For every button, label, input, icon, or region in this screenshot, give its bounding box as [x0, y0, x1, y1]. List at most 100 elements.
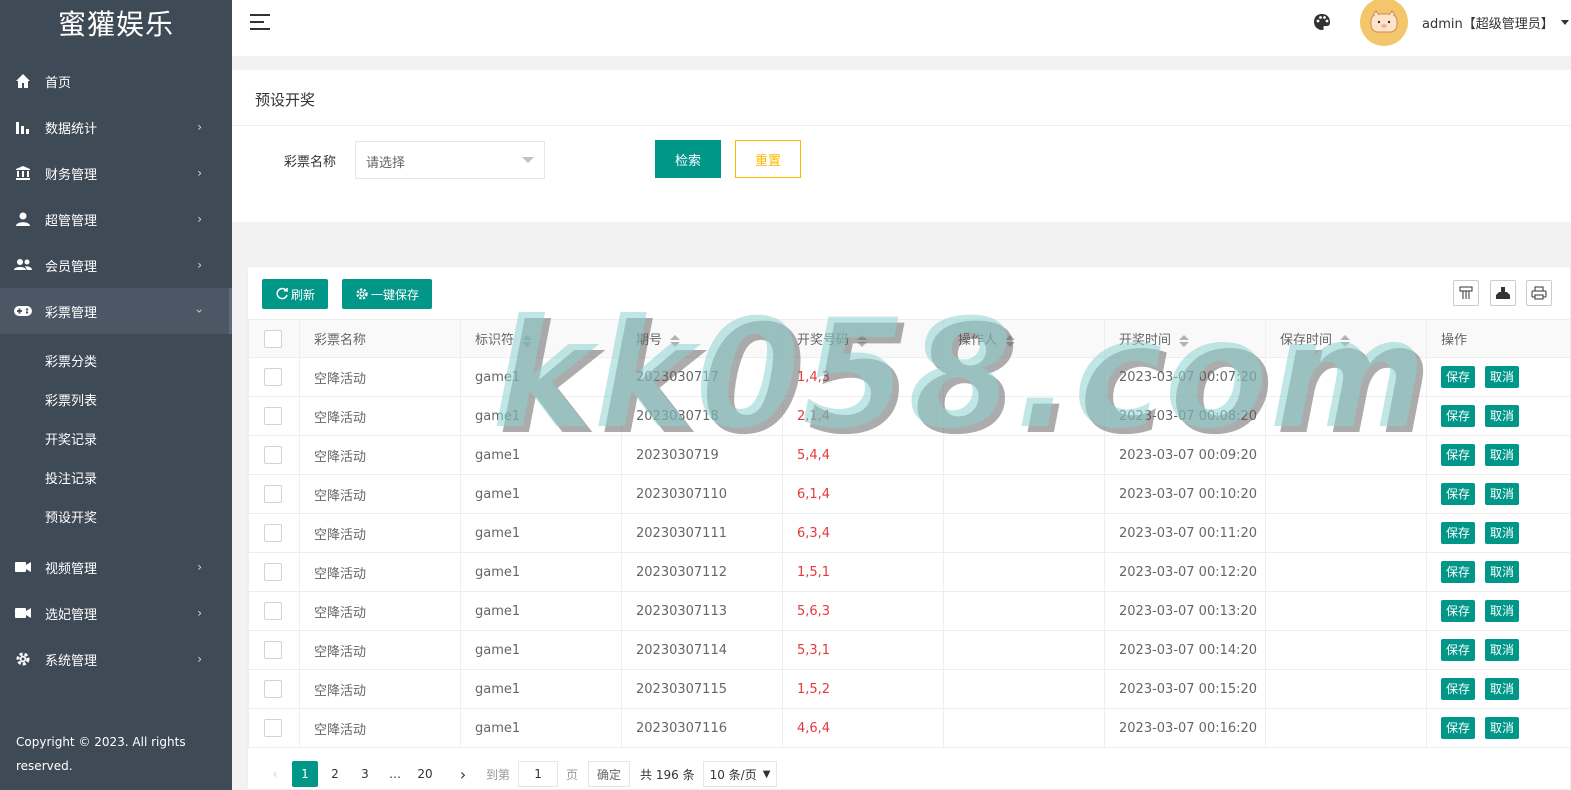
save-button[interactable]: 保存 — [1441, 522, 1476, 544]
page-size-select[interactable]: 10 条/页 ▼ — [702, 761, 778, 787]
cancel-button[interactable]: 取消 — [1485, 561, 1520, 583]
avatar[interactable] — [1360, 0, 1408, 46]
columns-filter-icon[interactable] — [1453, 280, 1479, 306]
caret-down-icon[interactable] — [1561, 20, 1569, 25]
row-checkbox-cell[interactable] — [248, 669, 300, 709]
row-checkbox[interactable] — [264, 524, 282, 542]
lottery-name-select[interactable]: 请选择 — [355, 141, 545, 179]
cancel-button[interactable]: 取消 — [1485, 405, 1520, 427]
sidebar-item-admins[interactable]: 超管管理 › — [0, 196, 232, 242]
sort-icon[interactable] — [1340, 334, 1351, 347]
page-button[interactable]: 20 — [412, 761, 438, 787]
row-checkbox-cell[interactable] — [248, 552, 300, 592]
sort-icon[interactable] — [1005, 334, 1016, 347]
row-checkbox-cell[interactable] — [248, 357, 300, 397]
column-header[interactable]: 标识符 — [460, 319, 622, 358]
search-panel: 预设开奖 彩票名称 请选择 检索 重置 — [232, 70, 1571, 222]
row-checkbox[interactable] — [264, 446, 282, 464]
column-header[interactable]: 开奖号码 — [782, 319, 944, 358]
save-all-button[interactable]: 一键保存 — [342, 279, 432, 309]
sidebar-item-home[interactable]: 首页 — [0, 58, 232, 104]
column-header[interactable]: 彩票名称 — [299, 319, 461, 358]
search-button[interactable]: 检索 — [655, 140, 721, 178]
select-all-checkbox-cell[interactable] — [248, 319, 300, 358]
column-header[interactable]: 保存时间 — [1265, 319, 1427, 358]
user-name[interactable]: admin【超级管理员】 — [1422, 13, 1554, 32]
save-button[interactable]: 保存 — [1441, 444, 1476, 466]
row-checkbox-cell[interactable] — [248, 513, 300, 553]
row-checkbox[interactable] — [264, 719, 282, 737]
save-button[interactable]: 保存 — [1441, 639, 1476, 661]
goto-page-input[interactable]: 1 — [518, 761, 559, 787]
cell-draw-time: 2023-03-07 00:12:20 — [1104, 552, 1266, 592]
cancel-button[interactable]: 取消 — [1485, 600, 1520, 622]
sidebar-item-members[interactable]: 会员管理 › — [0, 242, 232, 288]
sidebar-item-statistics[interactable]: 数据统计 › — [0, 104, 232, 150]
save-button[interactable]: 保存 — [1441, 561, 1476, 583]
sort-icon[interactable] — [1179, 334, 1190, 347]
goto-confirm-button[interactable]: 确定 — [588, 761, 631, 787]
row-checkbox-cell[interactable] — [248, 474, 300, 514]
sort-icon[interactable] — [670, 334, 681, 347]
save-button[interactable]: 保存 — [1441, 717, 1476, 739]
row-checkbox[interactable] — [264, 485, 282, 503]
sidebar-item-system[interactable]: 系统管理 › — [0, 636, 232, 682]
cancel-button[interactable]: 取消 — [1485, 639, 1520, 661]
row-checkbox[interactable] — [264, 563, 282, 581]
reset-button[interactable]: 重置 — [735, 140, 801, 178]
sidebar-subitem-draw-records[interactable]: 开奖记录 — [0, 419, 232, 458]
page-button[interactable]: 2 — [322, 761, 348, 787]
cell-identifier: game1 — [460, 357, 622, 397]
row-checkbox[interactable] — [264, 641, 282, 659]
cancel-button[interactable]: 取消 — [1485, 366, 1520, 388]
column-header[interactable]: 开奖时间 — [1104, 319, 1266, 358]
row-checkbox-cell[interactable] — [248, 630, 300, 670]
save-button[interactable]: 保存 — [1441, 366, 1476, 388]
page-ellipsis: … — [389, 767, 401, 781]
sidebar-subitem-lottery-list[interactable]: 彩票列表 — [0, 380, 232, 419]
sort-icon[interactable] — [857, 334, 868, 347]
page-button[interactable]: 1 — [292, 761, 318, 787]
cell-issue: 2023030719 — [621, 435, 783, 475]
cancel-button[interactable]: 取消 — [1485, 522, 1520, 544]
refresh-button[interactable]: 刷新 — [262, 279, 328, 309]
save-button[interactable]: 保存 — [1441, 483, 1476, 505]
sidebar-subitem-lottery-category[interactable]: 彩票分类 — [0, 341, 232, 380]
row-checkbox[interactable] — [264, 407, 282, 425]
sidebar-item-finance[interactable]: 财务管理 › — [0, 150, 232, 196]
row-checkbox-cell[interactable] — [248, 396, 300, 436]
column-header[interactable]: 期号 — [621, 319, 783, 358]
print-icon[interactable] — [1526, 280, 1552, 306]
row-checkbox-cell[interactable] — [248, 435, 300, 475]
page-button[interactable]: 3 — [352, 761, 378, 787]
prev-page-icon[interactable]: ‹ — [262, 761, 288, 787]
cancel-button[interactable]: 取消 — [1485, 444, 1520, 466]
row-checkbox[interactable] — [264, 680, 282, 698]
sidebar-item-lottery[interactable]: 彩票管理 › — [0, 288, 232, 334]
column-header[interactable]: 操作人 — [943, 319, 1105, 358]
cancel-button[interactable]: 取消 — [1485, 678, 1520, 700]
sidebar-item-selection[interactable]: 选妃管理 › — [0, 590, 232, 636]
column-header-label: 期号 — [636, 333, 663, 348]
sidebar-item-video[interactable]: 视频管理 › — [0, 544, 232, 590]
row-checkbox-cell[interactable] — [248, 708, 300, 748]
save-button[interactable]: 保存 — [1441, 600, 1476, 622]
save-button[interactable]: 保存 — [1441, 678, 1476, 700]
sort-icon[interactable] — [522, 334, 533, 347]
export-icon[interactable] — [1490, 280, 1516, 306]
select-all-checkbox[interactable] — [264, 329, 282, 348]
save-button[interactable]: 保存 — [1441, 405, 1476, 427]
next-page-icon[interactable]: › — [450, 761, 476, 787]
palette-icon[interactable] — [1312, 12, 1334, 34]
sidebar-subitem-preset-draw[interactable]: 预设开奖 — [0, 497, 232, 536]
cell-lottery-name: 空降活动 — [299, 435, 461, 475]
row-checkbox[interactable] — [264, 368, 282, 386]
sidebar-subitem-bet-records[interactable]: 投注记录 — [0, 458, 232, 497]
cancel-button[interactable]: 取消 — [1485, 717, 1520, 739]
app-logo[interactable]: 蜜獾娱乐 — [0, 0, 232, 45]
row-checkbox-cell[interactable] — [248, 591, 300, 631]
cancel-button[interactable]: 取消 — [1485, 483, 1520, 505]
row-checkbox[interactable] — [264, 602, 282, 620]
cell-draw-time: 2023-03-07 00:10:20 — [1104, 474, 1266, 514]
menu-toggle-icon[interactable] — [250, 14, 270, 30]
